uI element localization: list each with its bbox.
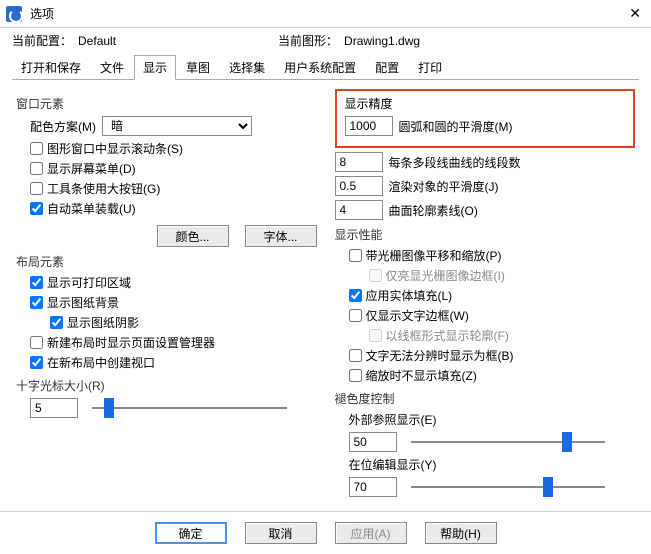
tab-7[interactable]: 打印: [409, 55, 451, 80]
font-button[interactable]: 字体...: [245, 225, 317, 247]
chk-silhouette: 以线框形式显示轮廓(F): [369, 327, 636, 344]
tab-1[interactable]: 文件: [91, 55, 133, 80]
chk-screenmenu[interactable]: 显示屏幕菜单(D): [30, 160, 317, 177]
chk-highlight: 仅亮显光栅图像边框(I): [369, 267, 636, 284]
colorscheme-label: 配色方案(M): [30, 118, 96, 135]
current-config-value: Default: [78, 34, 238, 48]
tab-5[interactable]: 用户系统配置: [275, 55, 365, 80]
chk-papershadow[interactable]: 显示图纸阴影: [50, 314, 317, 331]
render-label: 渲染对象的平滑度(J): [389, 178, 499, 195]
surf-input[interactable]: [335, 200, 383, 220]
tab-4[interactable]: 选择集: [220, 55, 274, 80]
precision-title: 显示精度: [345, 95, 626, 112]
tab-0[interactable]: 打开和保存: [12, 55, 90, 80]
seg-label: 每条多段线曲线的线段数: [389, 154, 521, 171]
crosshair-input[interactable]: [30, 398, 78, 418]
inplace-label: 在位编辑显示(Y): [349, 456, 636, 473]
arc-smooth-label: 圆弧和圆的平滑度(M): [399, 118, 513, 135]
render-input[interactable]: [335, 176, 383, 196]
chk-hidefill[interactable]: 缩放时不显示填充(Z): [349, 367, 636, 384]
window-title: 选项: [30, 5, 625, 22]
apply-button[interactable]: 应用(A): [335, 522, 407, 544]
seg-input[interactable]: [335, 152, 383, 172]
crosshair-slider[interactable]: [92, 398, 287, 418]
crosshair-label: 十字光标大小(R): [16, 377, 317, 394]
arc-smooth-input[interactable]: [345, 116, 393, 136]
performance-title: 显示性能: [335, 226, 636, 243]
help-button[interactable]: 帮助(H): [425, 522, 497, 544]
chk-largebuttons[interactable]: 工具条使用大按钮(G): [30, 180, 317, 197]
close-icon[interactable]: ✕: [625, 5, 645, 22]
inplace-input[interactable]: [349, 477, 397, 497]
tab-6[interactable]: 配置: [366, 55, 408, 80]
chk-solidfill[interactable]: 应用实体填充(L): [349, 287, 636, 304]
current-drawing-label: 当前图形：: [278, 32, 338, 49]
chk-scrollbar[interactable]: 图形窗口中显示滚动条(S): [30, 140, 317, 157]
chk-pagesetup[interactable]: 新建布局时显示页面设置管理器: [30, 334, 317, 351]
surf-label: 曲面轮廓素线(O): [389, 202, 478, 219]
current-config-label: 当前配置：: [12, 32, 72, 49]
xref-label: 外部参照显示(E): [349, 411, 636, 428]
chk-raster[interactable]: 带光栅图像平移和缩放(P): [349, 247, 636, 264]
app-icon: [6, 6, 22, 22]
chk-printarea[interactable]: 显示可打印区域: [30, 274, 317, 291]
chk-truetype[interactable]: 文字无法分辨时显示为框(B): [349, 347, 636, 364]
tab-2[interactable]: 显示: [134, 55, 176, 80]
layout-section-title: 布局元素: [16, 253, 317, 270]
xref-slider[interactable]: [411, 432, 606, 452]
chk-textframe[interactable]: 仅显示文字边框(W): [349, 307, 636, 324]
color-button[interactable]: 颜色...: [157, 225, 229, 247]
chk-paperbg[interactable]: 显示图纸背景: [30, 294, 317, 311]
ok-button[interactable]: 确定: [155, 522, 227, 544]
cancel-button[interactable]: 取消: [245, 522, 317, 544]
chk-viewport[interactable]: 在新布局中创建视口: [30, 354, 317, 371]
window-section-title: 窗口元素: [16, 95, 317, 112]
tab-3[interactable]: 草图: [177, 55, 219, 80]
chk-automenu[interactable]: 自动菜单装载(U): [30, 200, 317, 217]
inplace-slider[interactable]: [411, 477, 606, 497]
current-drawing-value: Drawing1.dwg: [344, 34, 504, 48]
xref-input[interactable]: [349, 432, 397, 452]
colorscheme-select[interactable]: 暗: [102, 116, 252, 136]
fade-title: 褪色度控制: [335, 390, 636, 407]
